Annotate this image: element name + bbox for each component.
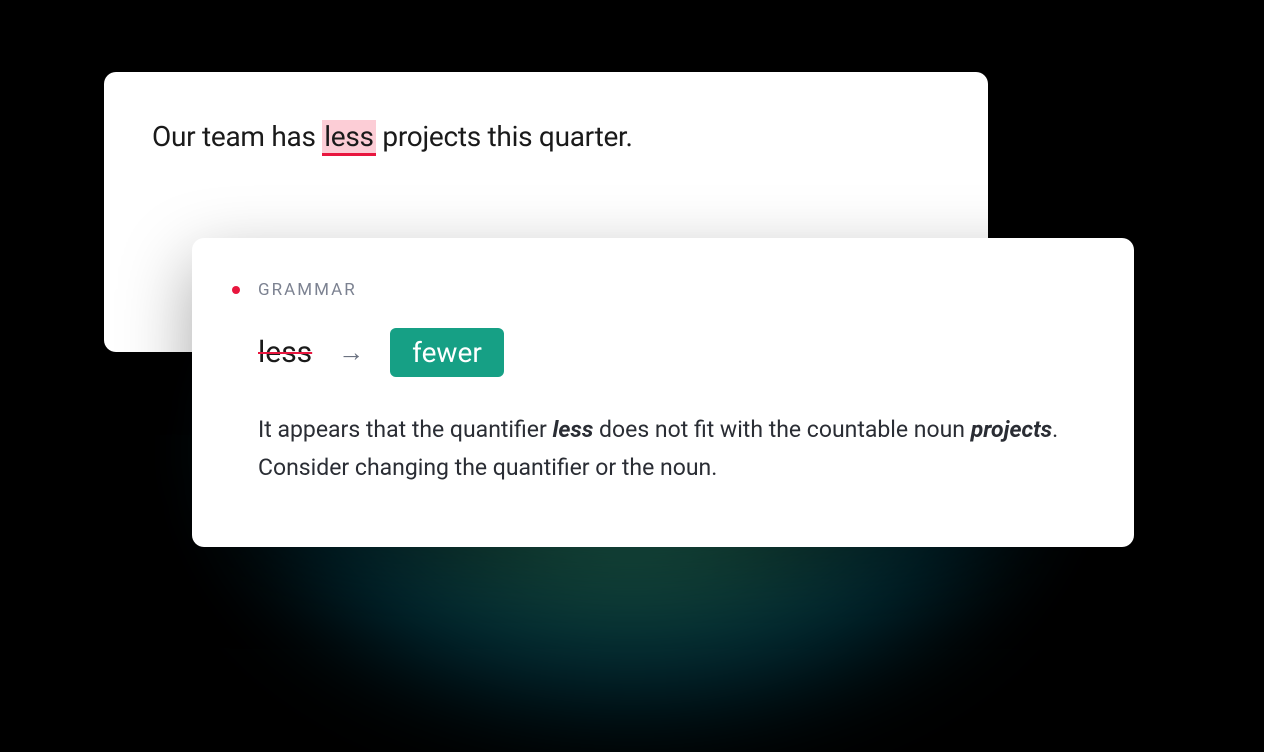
description-emphasis-2: projects: [971, 416, 1052, 443]
original-word-strikethrough: less: [258, 335, 312, 370]
suggestion-description: It appears that the quantifier less does…: [232, 411, 1078, 487]
description-emphasis-1: less: [552, 416, 593, 443]
editor-text[interactable]: Our team has less projects this quarter.: [152, 116, 940, 158]
description-text-1: It appears that the quantifier: [258, 416, 552, 443]
category-dot-icon: [232, 286, 240, 294]
description-text-2: does not fit with the countable noun: [593, 416, 970, 443]
suggestion-header: GRAMMAR: [232, 280, 1078, 300]
category-label: GRAMMAR: [258, 280, 357, 300]
suggestion-row: less → fewer: [232, 328, 1078, 377]
highlighted-error-word[interactable]: less: [322, 120, 375, 156]
arrow-right-icon: →: [338, 337, 364, 368]
editor-text-before: Our team has: [152, 120, 322, 153]
replacement-suggestion-button[interactable]: fewer: [390, 328, 504, 377]
suggestion-card: GRAMMAR less → fewer It appears that the…: [192, 238, 1134, 547]
editor-text-after: projects this quarter.: [376, 120, 633, 153]
